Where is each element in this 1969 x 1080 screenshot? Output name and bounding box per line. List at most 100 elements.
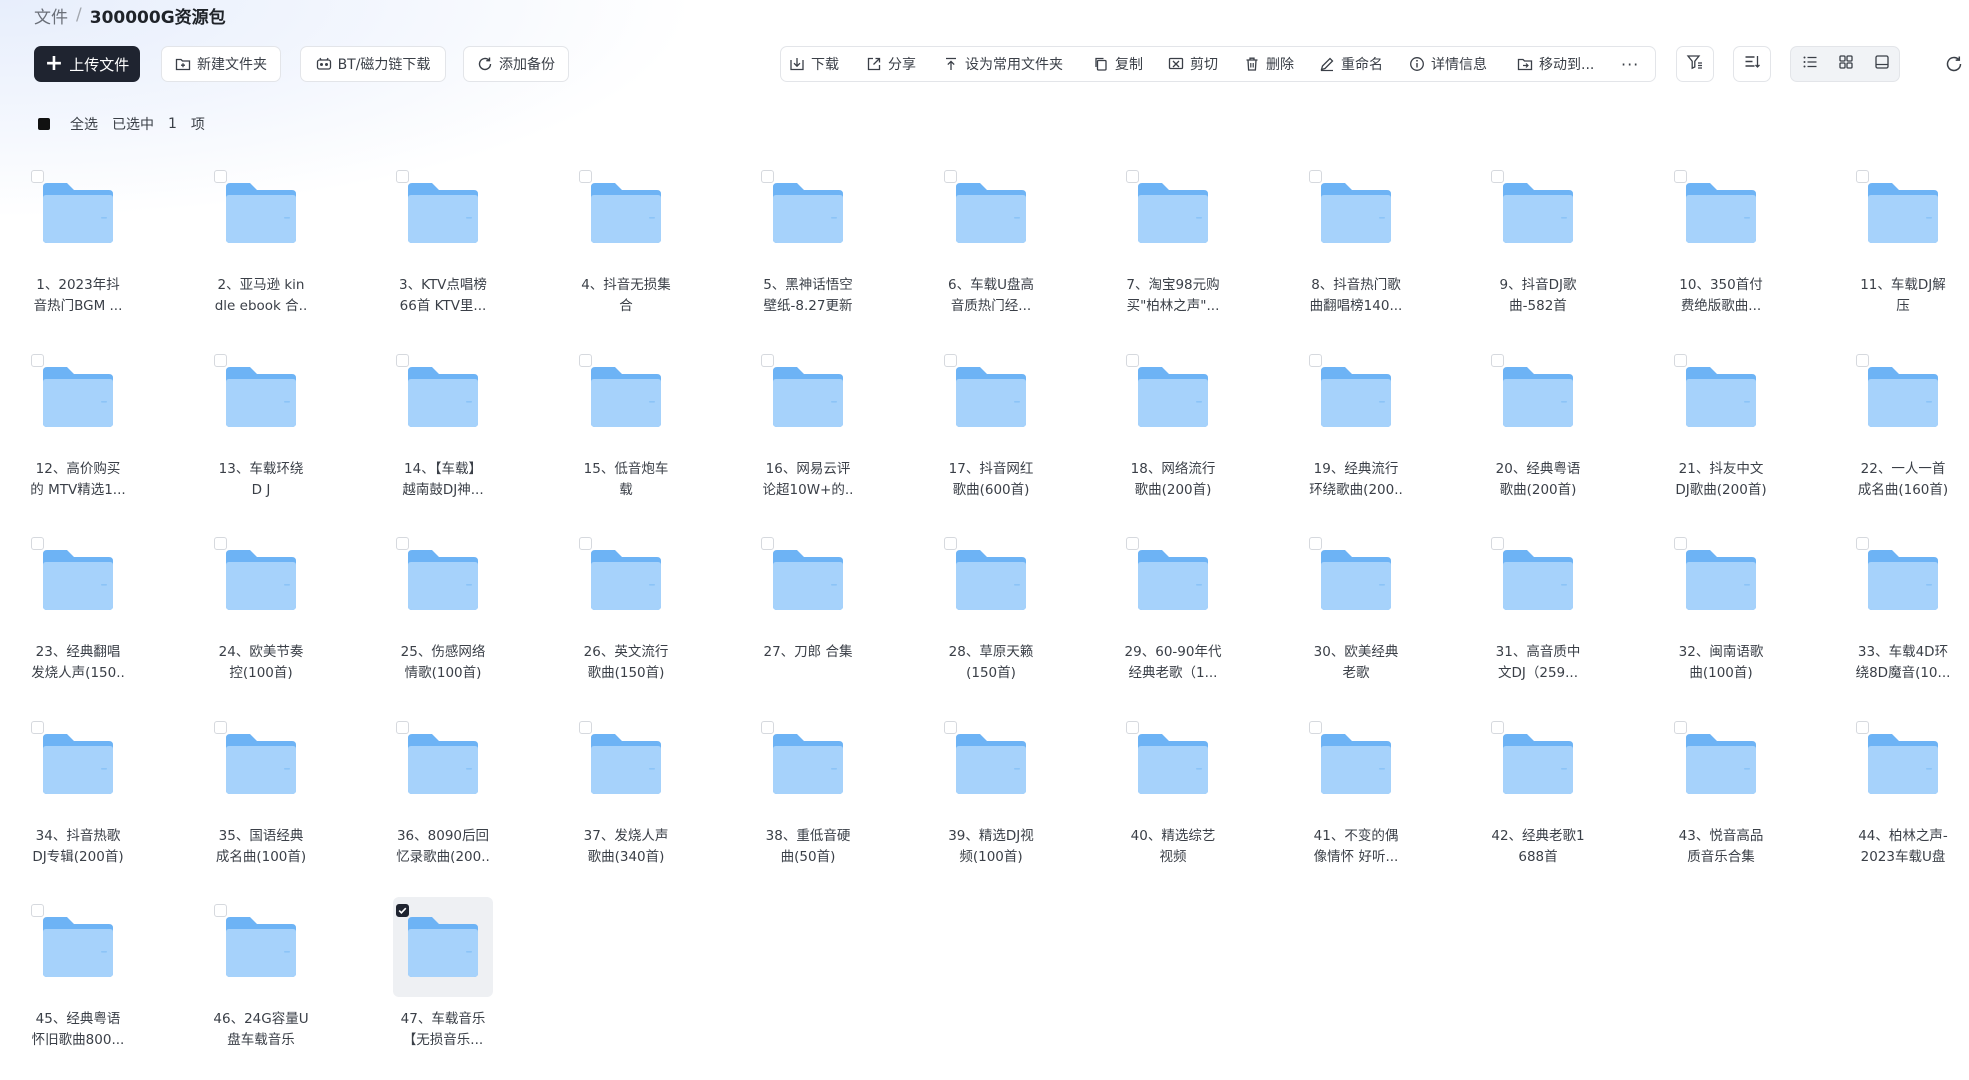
folder-item[interactable]: 27、刀郎 合集 [753,530,863,698]
folder-item[interactable]: 31、高音质中 文DJ（259... [1483,530,1593,698]
folder-item[interactable]: 16、网易云评 论超10W+的.. [753,347,863,515]
folder-name[interactable]: 21、抖友中文 DJ歌曲(200首) [1666,459,1776,501]
folder-name[interactable]: 30、欧美经典 老歌 [1301,642,1411,684]
folder-name[interactable]: 7、淘宝98元购 买"柏林之声"... [1118,275,1228,317]
folder-name[interactable]: 14、【车载】 越南鼓DJ神... [388,459,498,501]
folder-item[interactable]: 39、精选DJ视 频(100首) [936,714,1046,882]
folder-item[interactable]: 14、【车载】 越南鼓DJ神... [388,347,498,515]
folder-name[interactable]: 33、车载4D环 绕8D魔音(10... [1848,642,1958,684]
folder-name[interactable]: 3、KTV点唱榜 66首 KTV里... [388,275,498,317]
folder-name[interactable]: 45、经典粤语 怀旧歌曲800... [23,1009,133,1051]
folder-name[interactable]: 20、经典粤语 歌曲(200首) [1483,459,1593,501]
folder-name[interactable]: 31、高音质中 文DJ（259... [1483,642,1593,684]
folder-name[interactable]: 8、抖音热门歌 曲翻唱榜140... [1301,275,1411,317]
folder-name[interactable]: 43、悦音高品 质音乐合集 [1666,826,1776,868]
folder-name[interactable]: 4、抖音无损集合 [571,275,681,317]
folder-item[interactable]: 17、抖音网红 歌曲(600首) [936,347,1046,515]
folder-name[interactable]: 9、抖音DJ歌 曲-582首 [1483,275,1593,317]
folder-name[interactable]: 24、欧美节奏 控(100首) [206,642,316,684]
folder-item[interactable]: 32、闽南语歌 曲(100首) [1666,530,1776,698]
folder-item[interactable]: 4、抖音无损集合 [571,163,681,331]
folder-item[interactable]: 23、经典翻唱 发烧人声(150.. [23,530,133,698]
folder-item[interactable]: 38、重低音硬 曲(50首) [753,714,863,882]
folder-item[interactable]: 13、车载环绕 D J [206,347,316,515]
folder-name[interactable]: 38、重低音硬 曲(50首) [753,826,863,868]
folder-name[interactable]: 28、草原天籁 (150首) [936,642,1046,684]
folder-item[interactable]: 37、发烧人声 歌曲(340首) [571,714,681,882]
folder-item[interactable]: 33、车载4D环 绕8D魔音(10... [1848,530,1958,698]
folder-name[interactable]: 39、精选DJ视 频(100首) [936,826,1046,868]
folder-item[interactable]: 3、KTV点唱榜 66首 KTV里... [388,163,498,331]
folder-item[interactable]: 12、高价购买的 MTV精选1... [23,347,133,515]
folder-item[interactable]: 41、不变的偶 像情怀 好听... [1301,714,1411,882]
folder-name[interactable]: 2、亚马逊 kin dle ebook 合.. [206,275,316,317]
folder-name-line1: 39、精选DJ视 [948,828,1034,844]
folder-name[interactable]: 41、不变的偶 像情怀 好听... [1301,826,1411,868]
folder-item[interactable]: 35、国语经典 成名曲(100首) [206,714,316,882]
folder-name-line1: 35、国语经典 [218,828,304,844]
folder-item[interactable]: 9、抖音DJ歌 曲-582首 [1483,163,1593,331]
folder-item[interactable]: 24、欧美节奏 控(100首) [206,530,316,698]
folder-name[interactable]: 35、国语经典 成名曲(100首) [206,826,316,868]
folder-item[interactable]: 29、60-90年代 经典老歌（1... [1118,530,1228,698]
folder-name[interactable]: 22、一人一首 成名曲(160首) [1848,459,1958,501]
folder-name[interactable]: 37、发烧人声 歌曲(340首) [571,826,681,868]
folder-name[interactable]: 23、经典翻唱 发烧人声(150.. [23,642,133,684]
folder-name[interactable]: 26、英文流行 歌曲(150首) [571,642,681,684]
folder-name[interactable]: 12、高价购买的 MTV精选1... [23,459,133,501]
folder-name[interactable]: 18、网络流行 歌曲(200首) [1118,459,1228,501]
folder-name[interactable]: 34、抖音热歌 DJ专辑(200首) [23,826,133,868]
folder-item[interactable]: 26、英文流行 歌曲(150首) [571,530,681,698]
folder-icon [1321,183,1391,243]
folder-item[interactable]: 21、抖友中文 DJ歌曲(200首) [1666,347,1776,515]
folder-item[interactable]: 1、2023年抖 音热门BGM ... [23,163,133,331]
folder-item[interactable]: 10、350首付 费绝版歌曲... [1666,163,1776,331]
folder-name[interactable]: 11、车载DJ解压 [1848,275,1958,317]
folder-name[interactable]: 19、经典流行 环绕歌曲(200.. [1301,459,1411,501]
folder-name-line1: 14、【车载】 [404,461,482,477]
folder-item[interactable]: 8、抖音热门歌 曲翻唱榜140... [1301,163,1411,331]
folder-name[interactable]: 27、刀郎 合集 [753,642,863,663]
folder-item[interactable]: 2、亚马逊 kin dle ebook 合.. [206,163,316,331]
folder-item[interactable]: 19、经典流行 环绕歌曲(200.. [1301,347,1411,515]
folder-name[interactable]: 5、黑神话悟空 壁纸-8.27更新 [753,275,863,317]
folder-item[interactable]: 40、精选综艺 视频 [1118,714,1228,882]
folder-item[interactable]: 15、低音炮车载 [571,347,681,515]
folder-name[interactable]: 1、2023年抖 音热门BGM ... [23,275,133,317]
folder-item[interactable]: 30、欧美经典 老歌 [1301,530,1411,698]
folder-item[interactable]: 42、经典老歌1 688首 [1483,714,1593,882]
folder-name[interactable]: 25、伤感网络 情歌(100首) [388,642,498,684]
folder-item[interactable]: 46、24G容量U 盘车载音乐 [206,897,316,1065]
folder-name[interactable]: 29、60-90年代 经典老歌（1... [1118,642,1228,684]
folder-item[interactable]: 11、车载DJ解压 [1848,163,1958,331]
folder-item[interactable]: 22、一人一首 成名曲(160首) [1848,347,1958,515]
folder-item[interactable]: 7、淘宝98元购 买"柏林之声"... [1118,163,1228,331]
folder-item[interactable]: 25、伤感网络 情歌(100首) [388,530,498,698]
folder-name[interactable]: 42、经典老歌1 688首 [1483,826,1593,868]
folder-item[interactable]: 36、8090后回 忆录歌曲(200.. [388,714,498,882]
folder-name[interactable]: 36、8090后回 忆录歌曲(200.. [388,826,498,868]
folder-name-line1: 11、车载DJ解 [1860,277,1946,293]
folder-item[interactable]: 43、悦音高品 质音乐合集 [1666,714,1776,882]
folder-name[interactable]: 44、柏林之声- 2023车载U盘 [1848,826,1958,868]
folder-item[interactable]: 47、车载音乐 【无损音乐... [388,897,498,1065]
folder-name[interactable]: 16、网易云评 论超10W+的.. [753,459,863,501]
folder-item[interactable]: 20、经典粤语 歌曲(200首) [1483,347,1593,515]
folder-name[interactable]: 15、低音炮车载 [571,459,681,501]
folder-name[interactable]: 10、350首付 费绝版歌曲... [1666,275,1776,317]
folder-item[interactable]: 45、经典粤语 怀旧歌曲800... [23,897,133,1065]
folder-name[interactable]: 6、车载U盘高 音质热门经... [936,275,1046,317]
folder-item[interactable]: 5、黑神话悟空 壁纸-8.27更新 [753,163,863,331]
folder-item[interactable]: 34、抖音热歌 DJ专辑(200首) [23,714,133,882]
folder-item[interactable]: 18、网络流行 歌曲(200首) [1118,347,1228,515]
folder-name[interactable]: 32、闽南语歌 曲(100首) [1666,642,1776,684]
folder-name[interactable]: 17、抖音网红 歌曲(600首) [936,459,1046,501]
folder-name[interactable]: 13、车载环绕 D J [206,459,316,501]
folder-name[interactable]: 47、车载音乐 【无损音乐... [388,1009,498,1051]
folder-item[interactable]: 6、车载U盘高 音质热门经... [936,163,1046,331]
folder-item[interactable]: 28、草原天籁 (150首) [936,530,1046,698]
folder-name-line2: 歌曲(150首) [587,665,665,681]
folder-name[interactable]: 40、精选综艺 视频 [1118,826,1228,868]
folder-item[interactable]: 44、柏林之声- 2023车载U盘 [1848,714,1958,882]
folder-name[interactable]: 46、24G容量U 盘车载音乐 [206,1009,316,1051]
